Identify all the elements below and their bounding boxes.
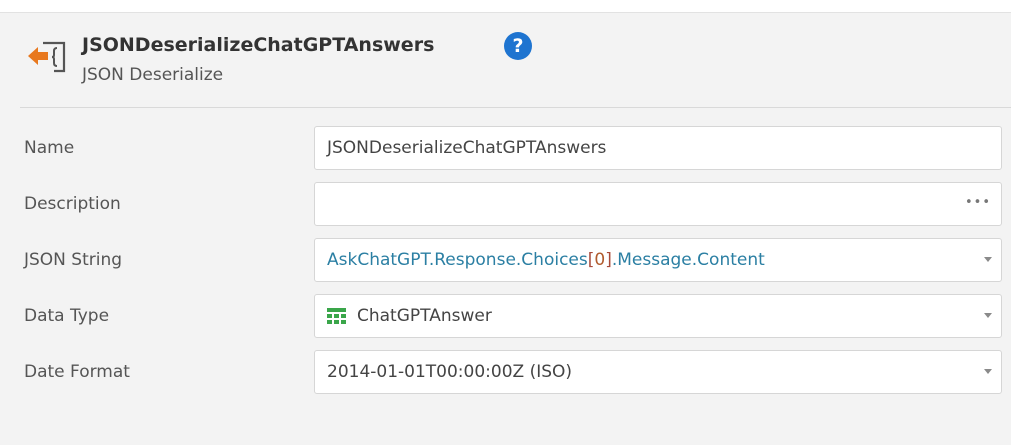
structure-icon (327, 308, 346, 324)
expression-index: 0 (594, 250, 606, 270)
property-row-data-type: Data Type ChatGPTAnswer (10, 294, 1010, 340)
date-format-label: Date Format (24, 362, 130, 382)
expression-bracket-close: ] (605, 250, 612, 270)
json-string-field[interactable]: AskChatGPT.Response.Choices[0].Message.C… (314, 238, 1002, 282)
chevron-down-icon[interactable] (984, 257, 992, 262)
chevron-down-icon[interactable] (984, 313, 992, 318)
expression-path: AskChatGPT.Response.Choices (327, 250, 588, 270)
node-title: JSONDeserializeChatGPTAnswers (82, 34, 435, 56)
name-field[interactable]: JSONDeserializeChatGPTAnswers (314, 126, 1002, 170)
expression-member: .Message.Content (611, 250, 765, 270)
date-format-select[interactable]: 2014-01-01T00:00:00Z (ISO) (314, 350, 1002, 394)
name-value: JSONDeserializeChatGPTAnswers (327, 138, 607, 158)
property-row-name: Name JSONDeserializeChatGPTAnswers (10, 126, 1010, 172)
data-type-label: Data Type (24, 306, 110, 326)
data-type-select[interactable]: ChatGPTAnswer (314, 294, 1002, 338)
header-divider (20, 107, 1011, 108)
description-label: Description (24, 194, 121, 214)
top-tree-fragment (0, 0, 1011, 13)
help-icon[interactable]: ? (504, 32, 532, 60)
more-options-icon[interactable]: ••• (965, 195, 991, 210)
json-string-expression: AskChatGPT.Response.Choices[0].Message.C… (327, 250, 765, 270)
chevron-down-icon[interactable] (984, 369, 992, 374)
json-deserialize-icon (28, 41, 66, 73)
date-format-value: 2014-01-01T00:00:00Z (ISO) (327, 362, 573, 382)
property-row-date-format: Date Format 2014-01-01T00:00:00Z (ISO) (10, 350, 1010, 396)
node-header: JSONDeserializeChatGPTAnswers ? JSON Des… (10, 14, 1008, 107)
properties-panel: JSONDeserializeChatGPTAnswers ? JSON Des… (10, 14, 1011, 445)
property-row-json-string: JSON String AskChatGPT.Response.Choices[… (10, 238, 1010, 284)
json-string-label: JSON String (24, 250, 123, 270)
name-label: Name (24, 138, 75, 158)
data-type-value: ChatGPTAnswer (357, 306, 492, 326)
property-row-description: Description ••• (10, 182, 1010, 228)
node-type: JSON Deserialize (82, 65, 224, 85)
description-field[interactable]: ••• (314, 182, 1002, 226)
